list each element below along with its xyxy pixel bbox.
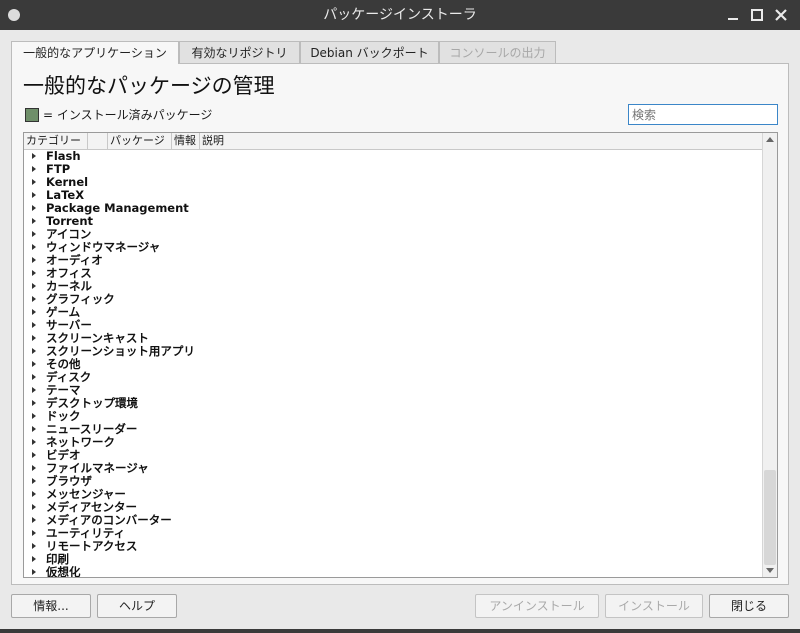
expand-arrow-icon[interactable] xyxy=(32,556,36,562)
expand-arrow-icon[interactable] xyxy=(32,205,36,211)
tree-header: カテゴリー パッケージ 情報 説明 xyxy=(24,133,763,150)
category-row[interactable]: オフィス xyxy=(24,267,763,280)
expand-arrow-icon[interactable] xyxy=(32,322,36,328)
expand-arrow-icon[interactable] xyxy=(32,179,36,185)
scroll-down-icon[interactable] xyxy=(766,568,774,573)
expand-arrow-icon[interactable] xyxy=(32,283,36,289)
expand-arrow-icon[interactable] xyxy=(32,257,36,263)
category-row[interactable]: ディスク xyxy=(24,371,763,384)
category-row[interactable]: デスクトップ環境 xyxy=(24,397,763,410)
bottom-edge xyxy=(0,629,800,633)
expand-arrow-icon[interactable] xyxy=(32,569,36,575)
expand-arrow-icon[interactable] xyxy=(32,335,36,341)
install-button: インストール xyxy=(605,594,703,618)
category-row[interactable]: カーネル xyxy=(24,280,763,293)
scroll-up-icon[interactable] xyxy=(766,137,774,142)
category-row[interactable]: スクリーンショット用アプリ xyxy=(24,345,763,358)
column-header-description[interactable]: 説明 xyxy=(200,133,763,149)
uninstall-button: アンインストール xyxy=(475,594,599,618)
expand-arrow-icon[interactable] xyxy=(32,348,36,354)
expand-arrow-icon[interactable] xyxy=(32,465,36,471)
category-row[interactable]: FTP xyxy=(24,163,763,176)
category-row[interactable]: ブラウザ xyxy=(24,475,763,488)
expand-arrow-icon[interactable] xyxy=(32,270,36,276)
tab-enabled-repositories[interactable]: 有効なリポジトリ xyxy=(179,41,300,63)
category-row[interactable]: Torrent xyxy=(24,215,763,228)
category-row[interactable]: リモートアクセス xyxy=(24,540,763,553)
category-row[interactable]: グラフィック xyxy=(24,293,763,306)
tab-bar: 一般的なアプリケーション 有効なリポジトリ Debian バックポート コンソー… xyxy=(11,41,789,64)
tab-general-applications[interactable]: 一般的なアプリケーション xyxy=(11,41,179,64)
category-list: Flash FTP Kernel LaTeX Package Management Tor… xyxy=(24,150,763,578)
search-input[interactable] xyxy=(628,104,778,125)
expand-arrow-icon[interactable] xyxy=(32,517,36,523)
column-header-package[interactable]: パッケージ xyxy=(108,133,172,149)
category-row[interactable]: 印刷 xyxy=(24,553,763,566)
expand-arrow-icon[interactable] xyxy=(32,192,36,198)
expand-arrow-icon[interactable] xyxy=(32,504,36,510)
title-bar: パッケージインストーラ xyxy=(0,0,800,30)
expand-arrow-icon[interactable] xyxy=(32,543,36,549)
expand-arrow-icon[interactable] xyxy=(32,439,36,445)
window-title: パッケージインストーラ xyxy=(323,7,477,23)
category-row[interactable]: その他 xyxy=(24,358,763,371)
close-icon[interactable] xyxy=(772,6,790,24)
help-button[interactable]: ヘルプ xyxy=(97,594,177,618)
installed-legend-label: = インストール済みパッケージ xyxy=(43,108,213,122)
expand-arrow-icon[interactable] xyxy=(32,491,36,497)
category-row[interactable]: ファイルマネージャ xyxy=(24,462,763,475)
general-packages-panel: 一般的なパッケージの管理 = インストール済みパッケージ カテゴリー パッケージ… xyxy=(11,63,789,585)
page-title: 一般的なパッケージの管理 xyxy=(23,74,275,98)
expand-arrow-icon[interactable] xyxy=(32,296,36,302)
maximize-icon[interactable] xyxy=(748,6,766,24)
category-row[interactable]: ゲーム xyxy=(24,306,763,319)
category-row[interactable]: メディアのコンバーター xyxy=(24,514,763,527)
category-row[interactable]: 仮想化 xyxy=(24,565,763,578)
category-row[interactable]: Package Management xyxy=(24,202,763,215)
expand-arrow-icon[interactable] xyxy=(32,413,36,419)
expand-arrow-icon[interactable] xyxy=(32,231,36,237)
expand-arrow-icon[interactable] xyxy=(32,530,36,536)
category-row[interactable]: オーディオ xyxy=(24,254,763,267)
expand-arrow-icon[interactable] xyxy=(32,244,36,250)
column-header-status[interactable] xyxy=(88,133,108,149)
expand-arrow-icon[interactable] xyxy=(32,361,36,367)
tab-debian-backports[interactable]: Debian バックポート xyxy=(300,41,439,63)
expand-arrow-icon[interactable] xyxy=(32,153,36,159)
column-header-info[interactable]: 情報 xyxy=(172,133,200,149)
close-button[interactable]: 閉じる xyxy=(709,594,789,618)
column-header-category[interactable]: カテゴリー xyxy=(24,133,88,149)
category-row[interactable]: Flash xyxy=(24,150,763,163)
expand-arrow-icon[interactable] xyxy=(32,400,36,406)
expand-arrow-icon[interactable] xyxy=(32,478,36,484)
expand-arrow-icon[interactable] xyxy=(32,426,36,432)
vertical-scrollbar[interactable] xyxy=(762,133,777,577)
tab-console-output: コンソールの出力 xyxy=(439,41,556,63)
expand-arrow-icon[interactable] xyxy=(32,218,36,224)
minimize-icon[interactable] xyxy=(724,6,742,24)
category-row[interactable]: Kernel xyxy=(24,176,763,189)
category-label: 仮想化 xyxy=(46,565,81,578)
expand-arrow-icon[interactable] xyxy=(32,387,36,393)
installed-legend-swatch xyxy=(25,108,39,122)
expand-arrow-icon[interactable] xyxy=(32,166,36,172)
category-row[interactable]: ネットワーク xyxy=(24,436,763,449)
category-row[interactable]: ウィンドウマネージャ xyxy=(24,241,763,254)
expand-arrow-icon[interactable] xyxy=(32,309,36,315)
scrollbar-thumb[interactable] xyxy=(764,470,776,565)
info-button[interactable]: 情報... xyxy=(11,594,91,618)
expand-arrow-icon[interactable] xyxy=(32,374,36,380)
category-row[interactable]: ニュースリーダー xyxy=(24,423,763,436)
expand-arrow-icon[interactable] xyxy=(32,452,36,458)
package-tree[interactable]: カテゴリー パッケージ 情報 説明 Flash FTP Kernel LaTeX Pac… xyxy=(23,132,778,578)
